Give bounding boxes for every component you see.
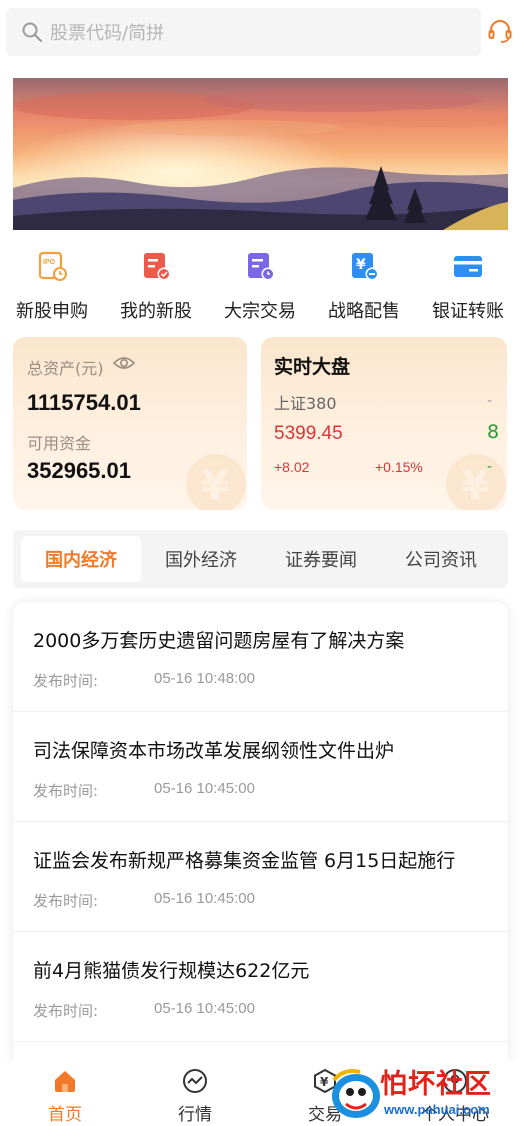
quick-entry-block-trade[interactable]: 大宗交易 — [208, 245, 312, 325]
chart-circle-icon — [183, 1069, 207, 1093]
tab-securities-news[interactable]: 证券要闻 — [261, 536, 381, 582]
quick-entry-ipo[interactable]: IPO 新股申购 — [0, 245, 104, 325]
home-icon — [55, 1071, 75, 1092]
next-index-name: - — [487, 393, 493, 409]
next-index-change: - — [487, 459, 493, 475]
news-item[interactable]: 司法保障资本市场改革发展纲领性文件出炉 发布时间: 05-16 10:45:00 — [13, 712, 508, 822]
svg-text:¥: ¥ — [356, 257, 366, 273]
quick-entry-label: 银证转账 — [432, 301, 504, 322]
news-time-label: 发布时间: — [33, 1002, 99, 1020]
news-time: 05-16 10:45:00 — [154, 1000, 255, 1017]
search-bar[interactable]: 股票代码/简拼 — [6, 8, 481, 56]
yen-watermark-icon: ¥ — [186, 454, 246, 510]
news-title: 证监会发布新规严格募集资金监管 6月15日起施行 — [33, 850, 456, 872]
mascot-logo-icon — [332, 1069, 380, 1118]
svg-text:IPO: IPO — [43, 259, 56, 266]
quick-entry-label: 大宗交易 — [224, 301, 296, 322]
news-time: 05-16 10:48:00 — [154, 670, 255, 687]
document-check-icon — [144, 253, 171, 281]
watermark-title: 怕坏社区 — [380, 1069, 492, 1100]
quick-entry-my-ipo[interactable]: 我的新股 — [104, 245, 208, 325]
index-change: +8.02 — [274, 459, 310, 475]
market-card[interactable]: ¥ 实时大盘 上证380 5399.45 +8.02 +0.15% - 8 - — [261, 337, 507, 510]
site-watermark-logo: 怕坏社区 www.pahuai.com — [326, 1058, 521, 1126]
headset-icon[interactable] — [487, 18, 513, 44]
document-clock-icon — [248, 253, 275, 281]
quick-entry-bank-transfer[interactable]: 银证转账 — [416, 245, 520, 325]
search-icon — [22, 22, 42, 42]
available-funds-label: 可用资金 — [27, 434, 92, 453]
divider — [13, 1041, 508, 1042]
svg-text:¥: ¥ — [461, 463, 489, 509]
news-time: 05-16 10:45:00 — [154, 780, 255, 797]
nav-label: 首页 — [48, 1105, 82, 1125]
news-time: 05-16 10:45:00 — [154, 890, 255, 907]
news-time-label: 发布时间: — [33, 892, 99, 910]
quick-entry-label: 新股申购 — [16, 301, 88, 322]
news-item[interactable]: 证监会发布新规严格募集资金监管 6月15日起施行 发布时间: 05-16 10:… — [13, 822, 508, 932]
yen-watermark-icon: ¥ — [446, 454, 506, 510]
nav-home[interactable]: 首页 — [0, 1060, 130, 1126]
news-title: 2000多万套历史遗留问题房屋有了解决方案 — [33, 630, 405, 652]
news-tabs: 国内经济 国外经济 证券要闻 公司资讯 — [13, 530, 508, 588]
available-funds-value: 352965.01 — [27, 458, 131, 483]
quick-entry-label: 我的新股 — [120, 301, 192, 322]
news-title: 司法保障资本市场改革发展纲领性文件出炉 — [33, 740, 395, 762]
total-assets-label: 总资产(元) — [27, 359, 104, 378]
search-input[interactable]: 股票代码/简拼 — [50, 19, 164, 45]
news-list: 2000多万套历史遗留问题房屋有了解决方案 发布时间: 05-16 10:48:… — [13, 602, 508, 1072]
card-icon — [454, 256, 482, 277]
ipo-clock-icon: IPO — [38, 251, 67, 281]
news-item[interactable]: 2000多万套历史遗留问题房屋有了解决方案 发布时间: 05-16 10:48:… — [13, 602, 508, 712]
assets-card[interactable]: ¥ 总资产(元) 1115754.01 可用资金 352965.01 — [13, 337, 247, 510]
svg-text:¥: ¥ — [201, 463, 229, 509]
news-time-label: 发布时间: — [33, 782, 99, 800]
news-time-label: 发布时间: — [33, 672, 99, 690]
news-title: 前4月熊猫债发行规模达622亿元 — [33, 960, 310, 982]
yen-document-icon: ¥ — [352, 253, 379, 281]
banner-image[interactable] — [13, 78, 508, 230]
total-assets-value: 1115754.01 — [27, 390, 141, 415]
market-title: 实时大盘 — [274, 356, 351, 378]
quick-entry-row: IPO 新股申购 我的新股 大宗交易 ¥ 战略配售 银证转账 — [0, 245, 521, 325]
quick-entry-strategic-placement[interactable]: ¥ 战略配售 — [312, 245, 416, 325]
next-index-price: 8 — [487, 421, 500, 443]
tab-domestic-economy[interactable]: 国内经济 — [21, 536, 141, 582]
watermark-url: www.pahuai.com — [384, 1102, 490, 1117]
quick-entry-label: 战略配售 — [328, 301, 400, 322]
nav-label: 行情 — [178, 1105, 212, 1125]
index-change-percent: +0.15% — [375, 459, 423, 475]
eye-icon[interactable] — [113, 354, 135, 372]
tab-foreign-economy[interactable]: 国外经济 — [141, 536, 261, 582]
index-name: 上证380 — [274, 394, 337, 413]
news-item[interactable]: 前4月熊猫债发行规模达622亿元 发布时间: 05-16 10:45:00 — [13, 932, 508, 1042]
index-price: 5399.45 — [274, 423, 343, 444]
nav-market[interactable]: 行情 — [130, 1060, 260, 1126]
tab-company-news[interactable]: 公司资讯 — [381, 536, 501, 582]
